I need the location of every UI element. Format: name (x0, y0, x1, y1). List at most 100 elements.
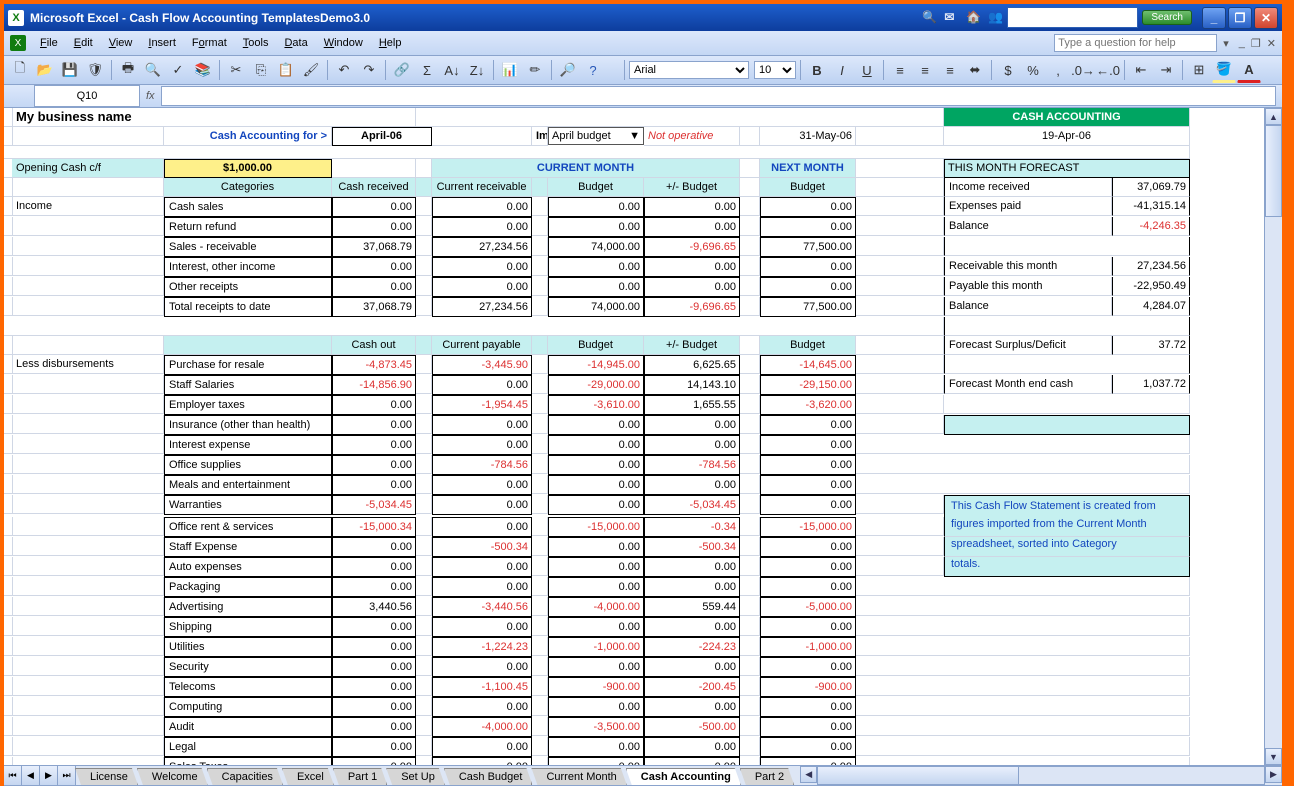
percent-icon[interactable]: % (1021, 58, 1045, 82)
copy-icon[interactable]: ⎘ (249, 58, 273, 82)
print-icon[interactable]: 🖶 (116, 58, 140, 82)
menu-tools[interactable]: Tools (235, 35, 277, 51)
doc-close-icon[interactable]: ✕ (1267, 37, 1276, 50)
community-icon[interactable]: 👥 (988, 10, 1004, 26)
h-scroll-thumb[interactable] (818, 767, 1019, 784)
sheet-tab-set-up[interactable]: Set Up (386, 768, 445, 785)
autosum-icon[interactable]: Σ (415, 58, 439, 82)
scroll-up-icon[interactable]: ▲ (1265, 108, 1282, 125)
search-button[interactable]: Search (1142, 10, 1192, 25)
comma-icon[interactable]: , (1046, 58, 1070, 82)
formula-bar[interactable] (161, 86, 1276, 106)
zoom-icon[interactable]: 🔎 (556, 58, 580, 82)
less-disbursements-label (12, 717, 164, 736)
worksheet-grid[interactable]: My business nameCASH ACCOUNTINGCash Acco… (4, 108, 1264, 765)
increase-indent-icon[interactable]: ⇥ (1154, 58, 1178, 82)
merge-center-icon[interactable]: ⬌ (963, 58, 987, 82)
less-disbursements-label (12, 395, 164, 414)
menu-data[interactable]: Data (276, 35, 315, 51)
hyperlink-icon[interactable]: 🔗 (390, 58, 414, 82)
bold-icon[interactable]: B (805, 58, 829, 82)
new-icon[interactable]: 🗋 (8, 58, 32, 82)
tab-prev-icon[interactable]: ◀ (22, 766, 40, 785)
undo-icon[interactable]: ↶ (332, 58, 356, 82)
sort-asc-icon[interactable]: A↓ (440, 58, 464, 82)
mail-icon[interactable]: ✉ (944, 10, 960, 26)
horizontal-scrollbar[interactable]: ◀ ▶ (800, 766, 1282, 785)
scroll-down-icon[interactable]: ▼ (1265, 748, 1282, 765)
save-icon[interactable]: 💾 (58, 58, 82, 82)
sheet-tab-part-2[interactable]: Part 2 (740, 768, 794, 785)
row-category: Cash sales (164, 197, 332, 217)
align-right-icon[interactable]: ≡ (938, 58, 962, 82)
sheet-tab-license[interactable]: License (75, 768, 138, 785)
scroll-right-icon[interactable]: ▶ (1265, 766, 1282, 783)
menu-insert[interactable]: Insert (140, 35, 184, 51)
doc-restore-icon[interactable]: ❐ (1251, 37, 1261, 50)
drawing-icon[interactable]: ✏ (523, 58, 547, 82)
font-size-select[interactable]: 10 (754, 61, 796, 79)
import-select[interactable]: April budget▼ (548, 127, 644, 145)
vertical-scrollbar[interactable]: ▲ ▼ (1264, 108, 1282, 765)
workbook-icon[interactable]: X (10, 35, 26, 51)
name-box[interactable] (34, 85, 140, 107)
redo-icon[interactable]: ↷ (357, 58, 381, 82)
borders-icon[interactable]: ⊞ (1187, 58, 1211, 82)
scroll-left-icon[interactable]: ◀ (800, 766, 817, 783)
maximize-button[interactable]: ❐ (1228, 7, 1252, 29)
decrease-decimal-icon[interactable]: ←.0 (1096, 58, 1120, 82)
opening-cash-value[interactable]: $1,000.00 (164, 159, 332, 178)
cut-icon[interactable]: ✂ (224, 58, 248, 82)
menu-window[interactable]: Window (316, 35, 371, 51)
v-scroll-thumb[interactable] (1265, 125, 1282, 217)
chart-wizard-icon[interactable]: 📊 (498, 58, 522, 82)
sheet-tab-capacities[interactable]: Capacities (207, 768, 283, 785)
permission-icon[interactable]: 🛡 (83, 58, 107, 82)
paste-icon[interactable]: 📋 (274, 58, 298, 82)
format-painter-icon[interactable]: 🖌 (299, 58, 323, 82)
title-search-input[interactable] (1007, 7, 1138, 28)
help-search[interactable] (1054, 34, 1217, 52)
decrease-indent-icon[interactable]: ⇤ (1129, 58, 1153, 82)
menu-view[interactable]: View (101, 35, 141, 51)
sheet-tab-cash-budget[interactable]: Cash Budget (444, 768, 533, 785)
menu-edit[interactable]: Edit (66, 35, 101, 51)
tab-last-icon[interactable]: ⏭ (58, 766, 76, 785)
help-icon[interactable]: ? (581, 58, 605, 82)
tab-first-icon[interactable]: ⏮ (4, 766, 22, 785)
sheet-tab-part-1[interactable]: Part 1 (333, 768, 387, 785)
tab-next-icon[interactable]: ▶ (40, 766, 58, 785)
row-category: Computing (164, 697, 332, 717)
sheet-tab-welcome[interactable]: Welcome (137, 768, 208, 785)
row-category: Interest, other income (164, 257, 332, 277)
forecast-label: Balance (944, 217, 1112, 236)
align-left-icon[interactable]: ≡ (888, 58, 912, 82)
period-value[interactable]: April-06 (332, 127, 432, 146)
home-icon[interactable]: 🏠 (966, 10, 982, 26)
fx-icon[interactable]: fx (146, 90, 155, 102)
minimize-button[interactable]: _ (1202, 7, 1226, 29)
sheet-tab-current-month[interactable]: Current Month (531, 768, 626, 785)
sort-desc-icon[interactable]: Z↓ (465, 58, 489, 82)
sheet-tab-cash-accounting[interactable]: Cash Accounting (626, 768, 741, 785)
row-category: Employer taxes (164, 395, 332, 415)
open-icon[interactable]: 📂 (33, 58, 57, 82)
sheet-tab-excel[interactable]: Excel (282, 768, 334, 785)
close-button[interactable]: ✕ (1254, 7, 1278, 29)
fill-color-icon[interactable]: 🪣 (1212, 57, 1236, 83)
research-icon[interactable]: 📚 (191, 58, 215, 82)
font-name-select[interactable]: Arial (629, 61, 749, 79)
font-color-icon[interactable]: A (1237, 57, 1261, 83)
increase-decimal-icon[interactable]: .0→ (1071, 58, 1095, 82)
menu-help[interactable]: Help (371, 35, 410, 51)
underline-icon[interactable]: U (855, 58, 879, 82)
menu-format[interactable]: Format (184, 35, 235, 51)
print-preview-icon[interactable]: 🔍 (141, 58, 165, 82)
menu-file[interactable]: File (32, 35, 66, 51)
align-center-icon[interactable]: ≡ (913, 58, 937, 82)
currency-icon[interactable]: $ (996, 58, 1020, 82)
doc-minimize-icon[interactable]: _ (1239, 37, 1245, 49)
spelling-icon[interactable]: ✓ (166, 58, 190, 82)
binoculars-icon[interactable]: 🔍 (922, 10, 938, 26)
italic-icon[interactable]: I (830, 58, 854, 82)
